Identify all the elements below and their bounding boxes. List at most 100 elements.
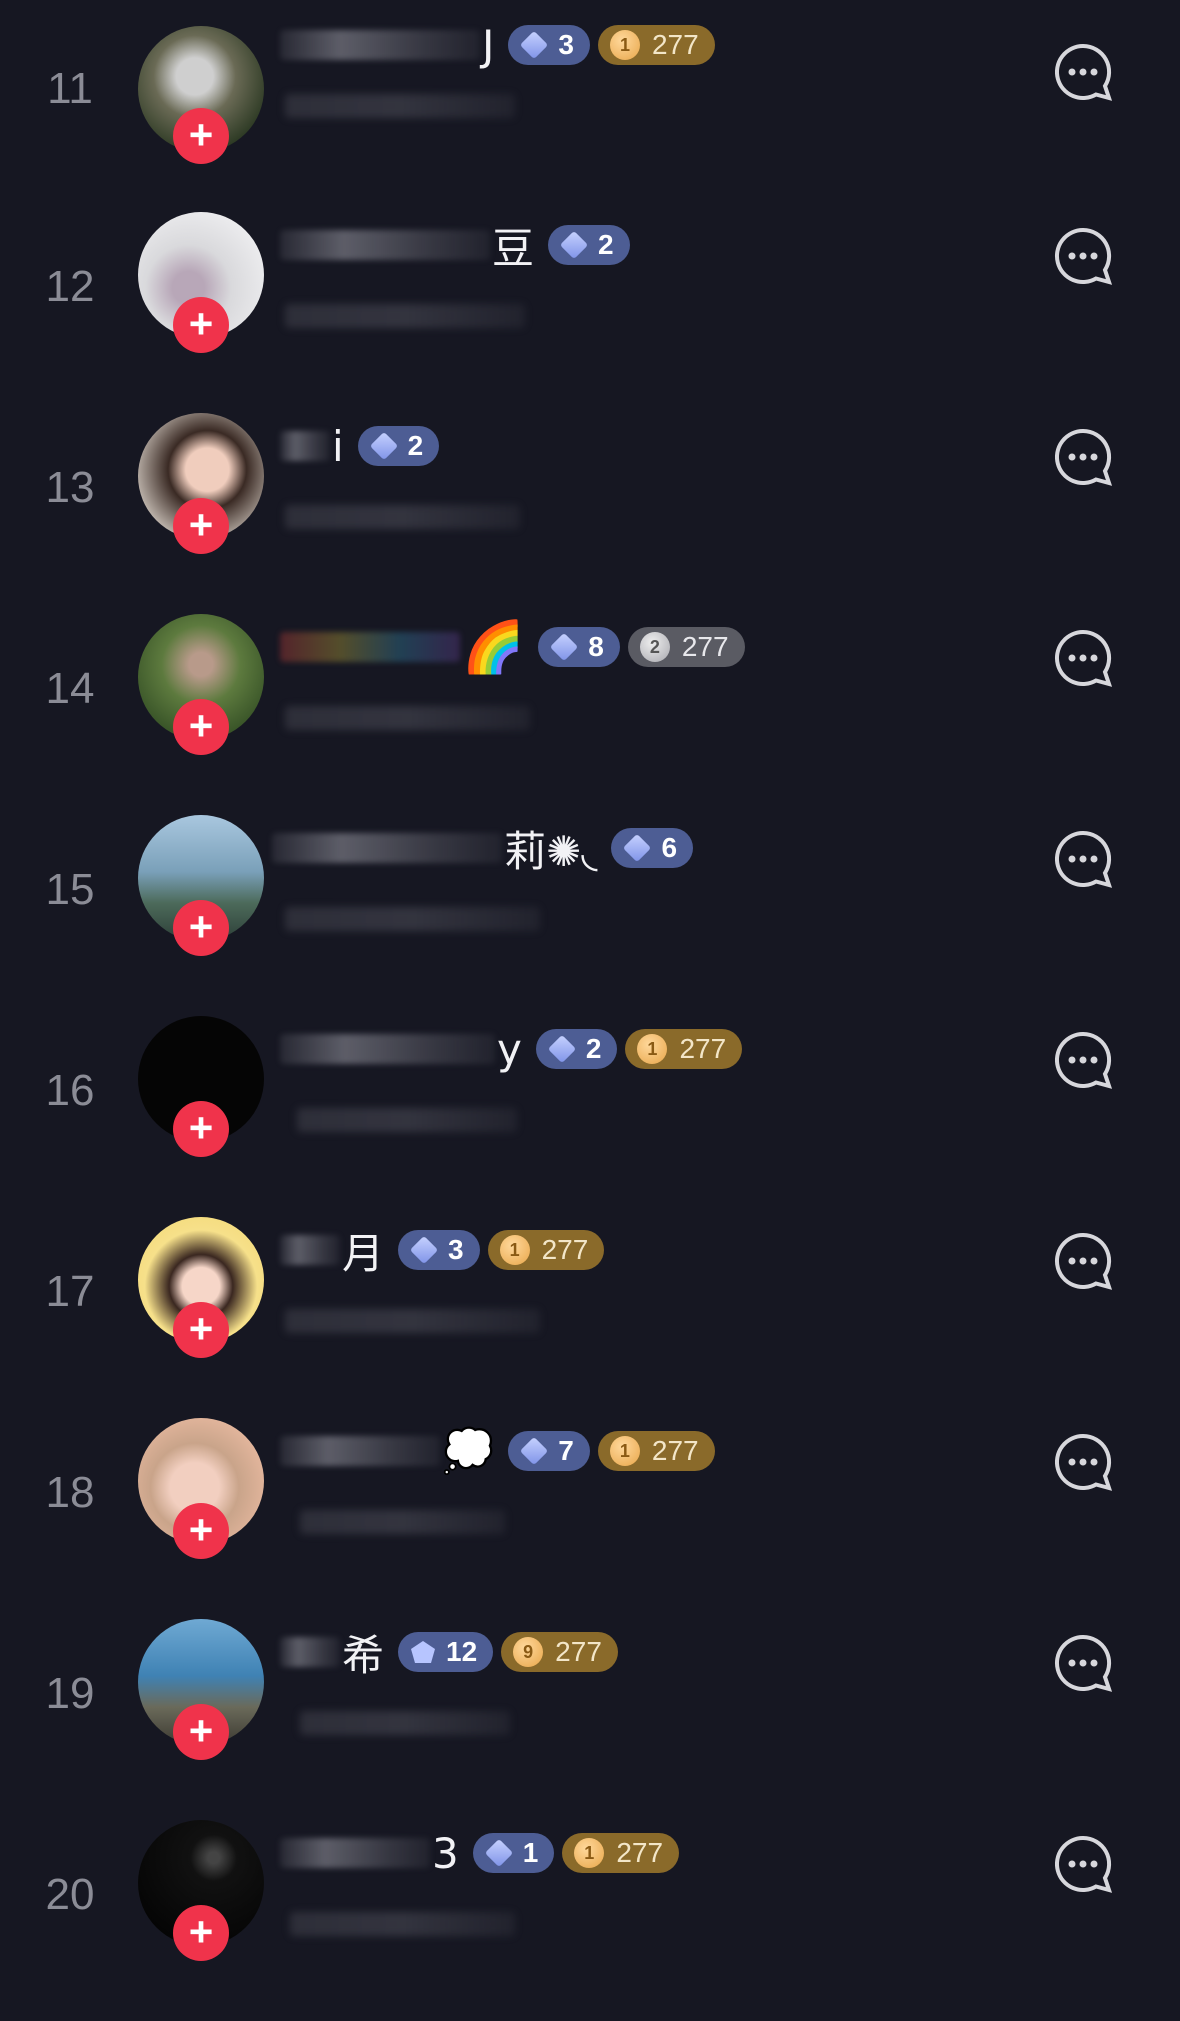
follow-button[interactable]: +: [173, 498, 229, 554]
diamond-icon: [547, 1034, 577, 1064]
level-badge: 6: [611, 828, 694, 868]
redacted-subtitle: [300, 1510, 505, 1534]
user-name: y 2 1 277: [280, 1024, 750, 1074]
diamond-icon: [559, 230, 589, 260]
redacted-subtitle: [290, 1912, 515, 1936]
user-name: 💭 7 1 277: [280, 1426, 723, 1476]
follow-button[interactable]: +: [173, 1704, 229, 1760]
plus-icon: +: [188, 1305, 214, 1352]
level-badge: 7: [508, 1431, 590, 1471]
user-name: 豆 2: [280, 220, 638, 273]
list-item[interactable]: 16 + y 2 1 277: [0, 1016, 1180, 1217]
redacted-name: [280, 1637, 340, 1667]
redacted-subtitle: [297, 1108, 517, 1132]
heart-icon: 9: [513, 1637, 544, 1667]
redacted-name: [280, 1235, 340, 1265]
level-badge: 2: [357, 426, 440, 466]
user-name: 希 12 9 277: [280, 1627, 626, 1680]
redacted-subtitle: [285, 907, 540, 931]
rank-number: 15: [45, 865, 95, 914]
redacted-name: [280, 632, 460, 662]
list-item[interactable]: 18 + 💭 7 1 277: [0, 1418, 1180, 1619]
score-badge: 1 277: [597, 1431, 715, 1471]
redacted-subtitle: [285, 304, 525, 328]
list-item[interactable]: 15 + 莉✺◟ 6: [0, 815, 1180, 1016]
rank-number: 13: [45, 463, 95, 512]
list-item[interactable]: 12 + 豆 2: [0, 212, 1180, 413]
rank-number: 19: [45, 1669, 95, 1718]
level-badge: 8: [538, 627, 620, 667]
list-item[interactable]: 20 + 3 1 1 277: [0, 1820, 1180, 2021]
redacted-name: [280, 30, 480, 60]
chat-bubble-icon[interactable]: [1053, 42, 1113, 102]
redacted-name: [280, 1034, 495, 1064]
redacted-name: [280, 230, 490, 260]
user-name: 月 3 1 277: [280, 1225, 612, 1278]
follow-button[interactable]: +: [173, 900, 229, 956]
score-badge: 1 277: [562, 1833, 680, 1873]
redacted-subtitle: [285, 505, 520, 529]
plus-icon: +: [188, 111, 214, 158]
chat-bubble-icon[interactable]: [1053, 829, 1113, 889]
plus-icon: +: [188, 903, 214, 950]
level-badge: 3: [398, 1230, 480, 1270]
follow-button[interactable]: +: [173, 108, 229, 164]
diamond-icon: [369, 431, 398, 461]
level-badge: 12: [398, 1632, 494, 1672]
user-name: 莉✺◟ 6: [272, 823, 701, 876]
heart-icon: 2: [639, 632, 670, 662]
follow-button[interactable]: +: [173, 699, 229, 755]
user-name: 3 1 1 277: [280, 1828, 687, 1878]
heart-icon: 1: [574, 1838, 605, 1868]
heart-icon: 1: [637, 1034, 668, 1064]
follow-button[interactable]: +: [173, 297, 229, 353]
follow-button[interactable]: +: [173, 1905, 229, 1961]
score-badge: 1 277: [597, 25, 715, 65]
chat-bubble-icon[interactable]: [1053, 1633, 1113, 1693]
redacted-subtitle: [285, 1309, 540, 1333]
rank-number: 17: [45, 1267, 95, 1316]
diamond-icon: [550, 632, 579, 662]
chat-bubble-icon[interactable]: [1053, 427, 1113, 487]
redacted-subtitle: [300, 1711, 510, 1735]
list-item[interactable]: 13 + i 2: [0, 413, 1180, 614]
heart-icon: 1: [499, 1235, 530, 1265]
list-item[interactable]: 19 + 希 12 9 277: [0, 1619, 1180, 1820]
follow-button[interactable]: +: [173, 1503, 229, 1559]
plus-icon: +: [188, 1707, 214, 1754]
user-name: i 2: [280, 421, 447, 471]
level-badge: 2: [535, 1029, 618, 1069]
chat-bubble-icon[interactable]: [1053, 226, 1113, 286]
plus-icon: +: [188, 1506, 214, 1553]
diamond-icon: [409, 1235, 439, 1265]
diamond-icon: [520, 30, 549, 60]
plus-icon: +: [188, 1104, 214, 1151]
chat-bubble-icon[interactable]: [1053, 1030, 1113, 1090]
diamond-icon: [484, 1838, 513, 1868]
rank-number: 16: [45, 1066, 95, 1115]
user-name: 🌈 8 2 277: [280, 618, 753, 676]
redacted-name: [280, 431, 330, 461]
redacted-subtitle: [285, 706, 530, 730]
plus-icon: +: [188, 300, 214, 347]
rank-number: 18: [45, 1468, 95, 1517]
score-badge: 1 277: [487, 1230, 605, 1270]
plus-icon: +: [188, 501, 214, 548]
follow-button[interactable]: +: [173, 1302, 229, 1358]
list-item[interactable]: 11 + J 3 1 277: [0, 14, 1180, 215]
follow-button[interactable]: +: [173, 1101, 229, 1157]
plus-icon: +: [188, 702, 214, 749]
rank-number: 11: [47, 64, 93, 113]
list-item[interactable]: 14 + 🌈 8 2 277: [0, 614, 1180, 815]
rank-number: 12: [45, 262, 95, 311]
score-badge: 2 277: [627, 627, 745, 667]
chat-bubble-icon[interactable]: [1053, 1231, 1113, 1291]
chat-bubble-icon[interactable]: [1053, 1432, 1113, 1492]
chat-bubble-icon[interactable]: [1053, 1834, 1113, 1894]
list-item[interactable]: 17 + 月 3 1 277: [0, 1217, 1180, 1418]
redacted-name: [280, 1436, 440, 1466]
score-badge: 9 277: [501, 1632, 618, 1672]
chat-bubble-icon[interactable]: [1053, 628, 1113, 688]
diamond-icon: [623, 833, 652, 863]
level-badge: 3: [508, 25, 590, 65]
